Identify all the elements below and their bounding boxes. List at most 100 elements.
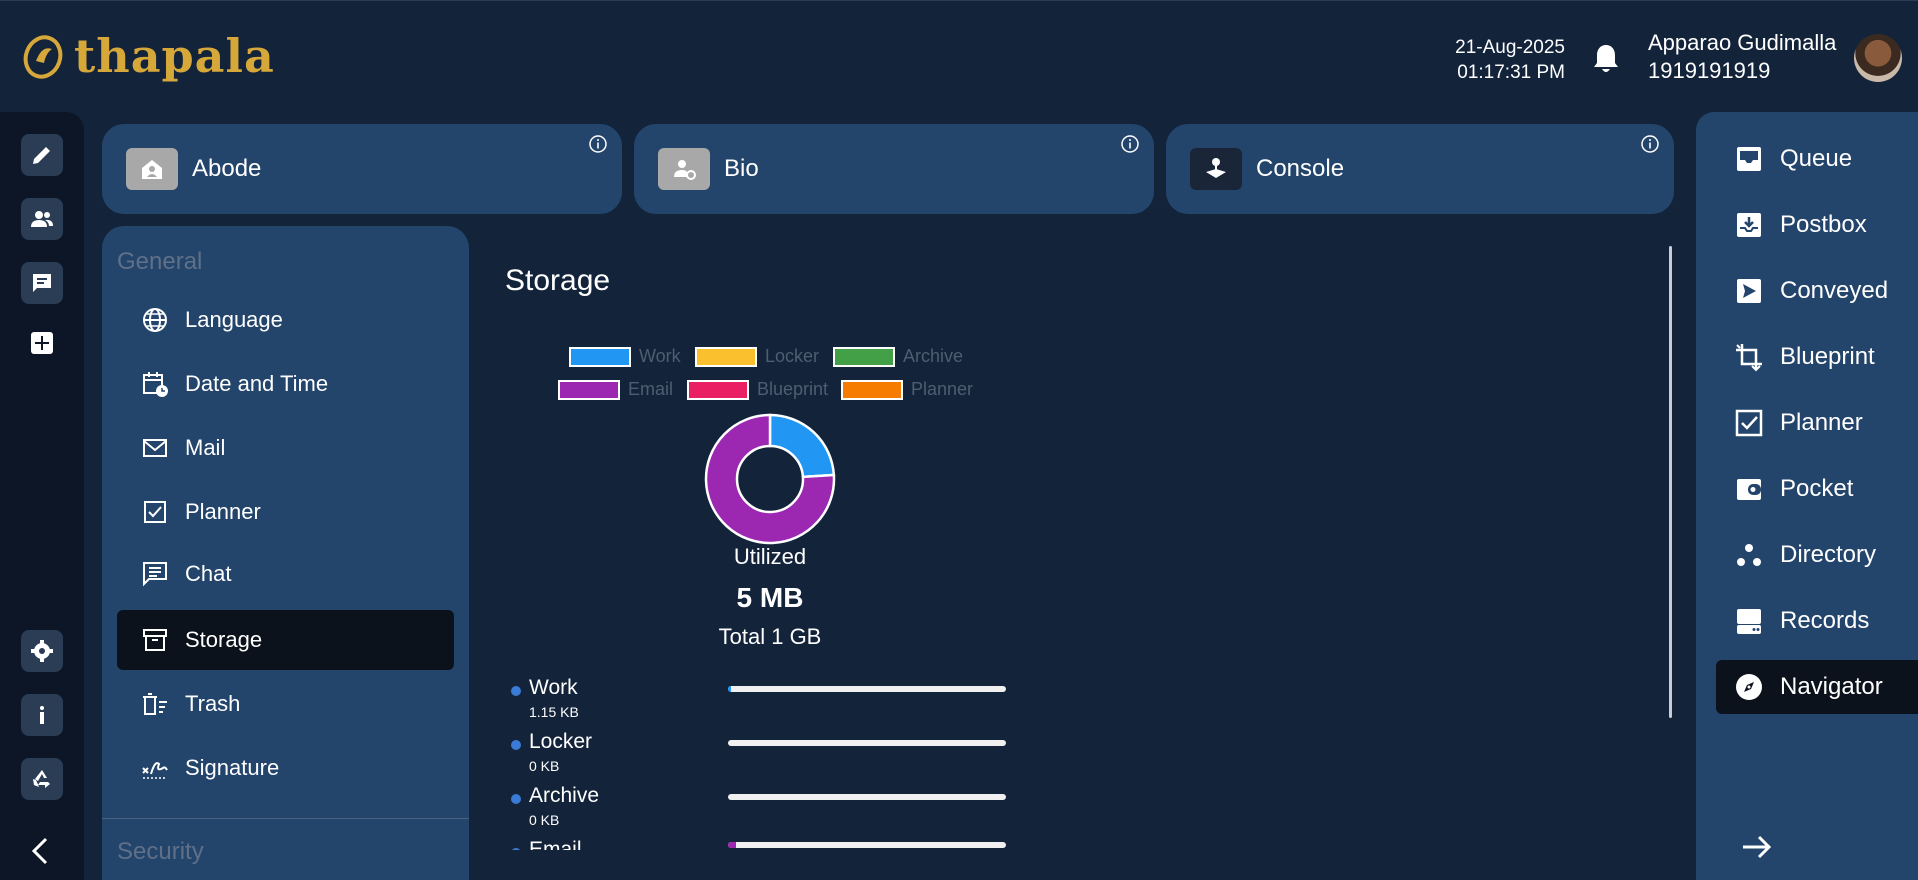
arrow-right-icon[interactable] [1740,832,1774,862]
info-circle-icon[interactable] [588,134,608,154]
nav-item-queue[interactable]: Queue [1716,132,1918,186]
card-bio-label: Bio [724,155,759,182]
compose-button[interactable] [21,134,63,176]
avatar[interactable] [1854,34,1902,82]
menu-item-mail[interactable]: Mail [117,418,454,478]
usage-dot [511,740,521,750]
card-abode[interactable]: Abode [102,124,622,214]
user-name: Apparao Gudimalla [1648,30,1837,55]
archive-icon [143,629,167,651]
settings-menu: General Language Date and Time Mail Plan… [102,226,469,880]
storage-panel: Storage Work Locker Archive Email Bluepr… [485,226,1675,880]
settings-button[interactable] [21,630,63,672]
recycle-button[interactable] [21,758,63,800]
legend-item-archive[interactable]: Archive [833,346,963,367]
legend-item-email[interactable]: Email [558,379,673,400]
nav-item-label: Directory [1780,541,1877,568]
trash-icon [143,693,167,715]
nav-item-planner[interactable]: Planner [1716,396,1918,450]
user-info[interactable]: Apparao Gudimalla 1919191919 [1648,29,1836,85]
menu-item-date-time[interactable]: Date and Time [117,354,454,414]
storage-donut-chart [704,413,836,545]
card-bio[interactable]: Bio [634,124,1154,214]
brand-logo[interactable]: thapala [20,33,275,79]
dots-icon [1737,544,1761,566]
usage-dot [511,686,521,696]
legend-label: Archive [903,346,964,366]
bell-icon[interactable] [1592,43,1620,75]
page-title: Storage [505,264,611,297]
usage-name: Archive [529,784,600,807]
menu-item-signature[interactable]: Signature [117,738,454,798]
nav-item-directory[interactable]: Directory [1716,528,1918,582]
nav-item-label: Blueprint [1780,343,1875,370]
info-circle-icon[interactable] [1120,134,1140,154]
legend-item-blueprint[interactable]: Blueprint [687,379,828,400]
user-gear-icon [674,160,696,180]
info-icon [40,706,44,724]
total-capacity: Total 1 GB [718,624,822,649]
menu-item-label: Language [185,307,283,332]
menu-item-label: Chat [185,561,232,586]
nav-item-records[interactable]: Records [1716,594,1918,648]
scrollbar[interactable] [1669,246,1672,718]
home-icon [142,160,162,179]
joystick-icon [1206,158,1226,178]
nav-item-blueprint[interactable]: Blueprint [1716,330,1918,384]
signature-icon [142,762,168,779]
chevron-left-icon[interactable] [28,836,54,866]
donut-slice-work[interactable] [768,413,836,479]
mail-icon [143,439,167,457]
usage-progress-bar [728,794,1006,800]
usage-name: Work [529,676,578,699]
info-button[interactable] [21,694,63,736]
download-box-icon [1737,213,1761,237]
menu-heading-general: General [117,248,203,275]
card-abode-icon-box [126,148,178,190]
usage-progress-bar [728,740,1006,746]
usage-row-email: Email [511,838,1031,850]
nav-item-postbox[interactable]: Postbox [1716,198,1918,252]
add-button[interactable] [21,322,63,364]
menu-item-planner[interactable]: Planner [117,482,454,542]
card-console-icon-box [1190,148,1242,190]
users-icon [31,211,53,227]
brand-name: thapala [74,29,275,83]
menu-item-storage[interactable]: Storage [117,610,454,670]
legend-item-work[interactable]: Work [569,346,681,367]
plus-icon [31,332,53,354]
legend-swatch [558,379,620,400]
checkbox-icon [1735,409,1763,437]
legend-item-locker[interactable]: Locker [695,346,819,367]
menu-item-trash[interactable]: Trash [117,674,454,734]
usage-name: Locker [529,730,593,753]
card-console[interactable]: Console [1166,124,1674,214]
nav-item-navigator[interactable]: Navigator [1716,660,1918,714]
info-circle-icon[interactable] [1640,134,1660,154]
chat-button[interactable] [21,262,63,304]
legend-item-planner[interactable]: Planner [841,379,973,400]
utilized-value: 5 MB [736,582,804,613]
nav-item-label: Planner [1780,409,1863,436]
usage-progress-bar [728,842,1006,848]
contacts-button[interactable] [21,198,63,240]
usage-size: 0 KB [529,758,560,774]
usage-size: 1.15 KB [529,704,579,720]
checkbox-icon [144,501,166,523]
card-console-label: Console [1256,155,1345,182]
nav-item-label: Queue [1780,145,1853,172]
menu-item-label: Planner [185,499,261,524]
menu-item-chat[interactable]: Chat [117,544,454,604]
legend-label: Email [628,379,674,399]
legend-swatch [569,346,631,367]
left-icon-rail [0,112,84,880]
menu-item-label: Mail [185,435,226,460]
nav-item-conveyed[interactable]: Conveyed [1716,264,1918,318]
menu-item-label: Storage [185,627,263,652]
utilized-label: Utilized [733,544,807,569]
wallet-icon [1737,479,1761,500]
nav-item-pocket[interactable]: Pocket [1716,462,1918,516]
card-abode-label: Abode [192,155,262,182]
thapala-logo-icon [23,35,63,79]
menu-item-language[interactable]: Language [117,290,454,350]
